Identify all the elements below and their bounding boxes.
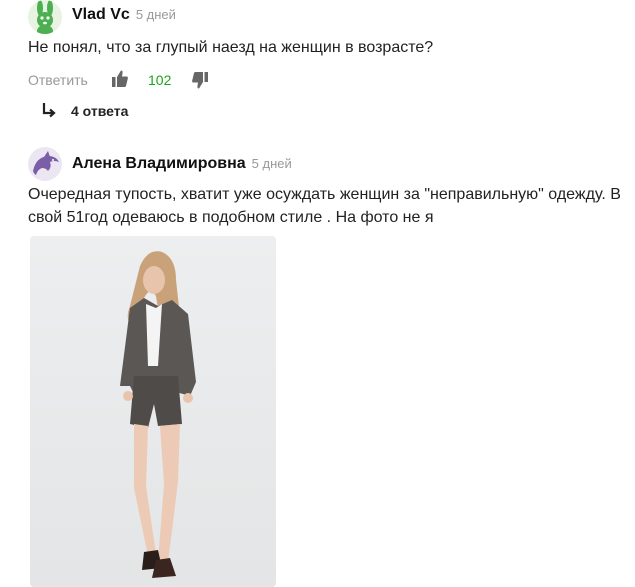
comment-actions: Ответить 102 — [28, 70, 328, 90]
thumbs-down-icon[interactable] — [192, 72, 208, 94]
woman-in-tweed-suit-photo — [120, 251, 196, 578]
author-name[interactable]: Алена Владимировна — [72, 155, 246, 172]
comment-time: 5 дней — [251, 156, 292, 171]
comment-author[interactable]: Vlad Vc 5 дней — [72, 6, 176, 24]
thumbs-up-icon[interactable] — [112, 70, 128, 92]
comment-author[interactable]: Алена Владимировна 5 дней — [72, 155, 292, 173]
replies-count-label[interactable]: 4 ответа — [71, 103, 128, 119]
dolphin-icon[interactable] — [28, 147, 62, 181]
reply-arrow-icon — [42, 103, 56, 124]
comment-time: 5 дней — [135, 7, 176, 22]
author-name[interactable]: Vlad Vc — [72, 6, 130, 23]
comment-text: Не понял, что за глупый наезд на женщин … — [28, 39, 434, 56]
reply-button[interactable]: Ответить — [28, 72, 88, 88]
rabbit-icon[interactable] — [28, 0, 62, 34]
comment-text: Очередная тупость, хватит уже осуждать ж… — [28, 186, 621, 226]
like-count: 102 — [148, 72, 172, 88]
attached-photo[interactable] — [30, 236, 276, 587]
